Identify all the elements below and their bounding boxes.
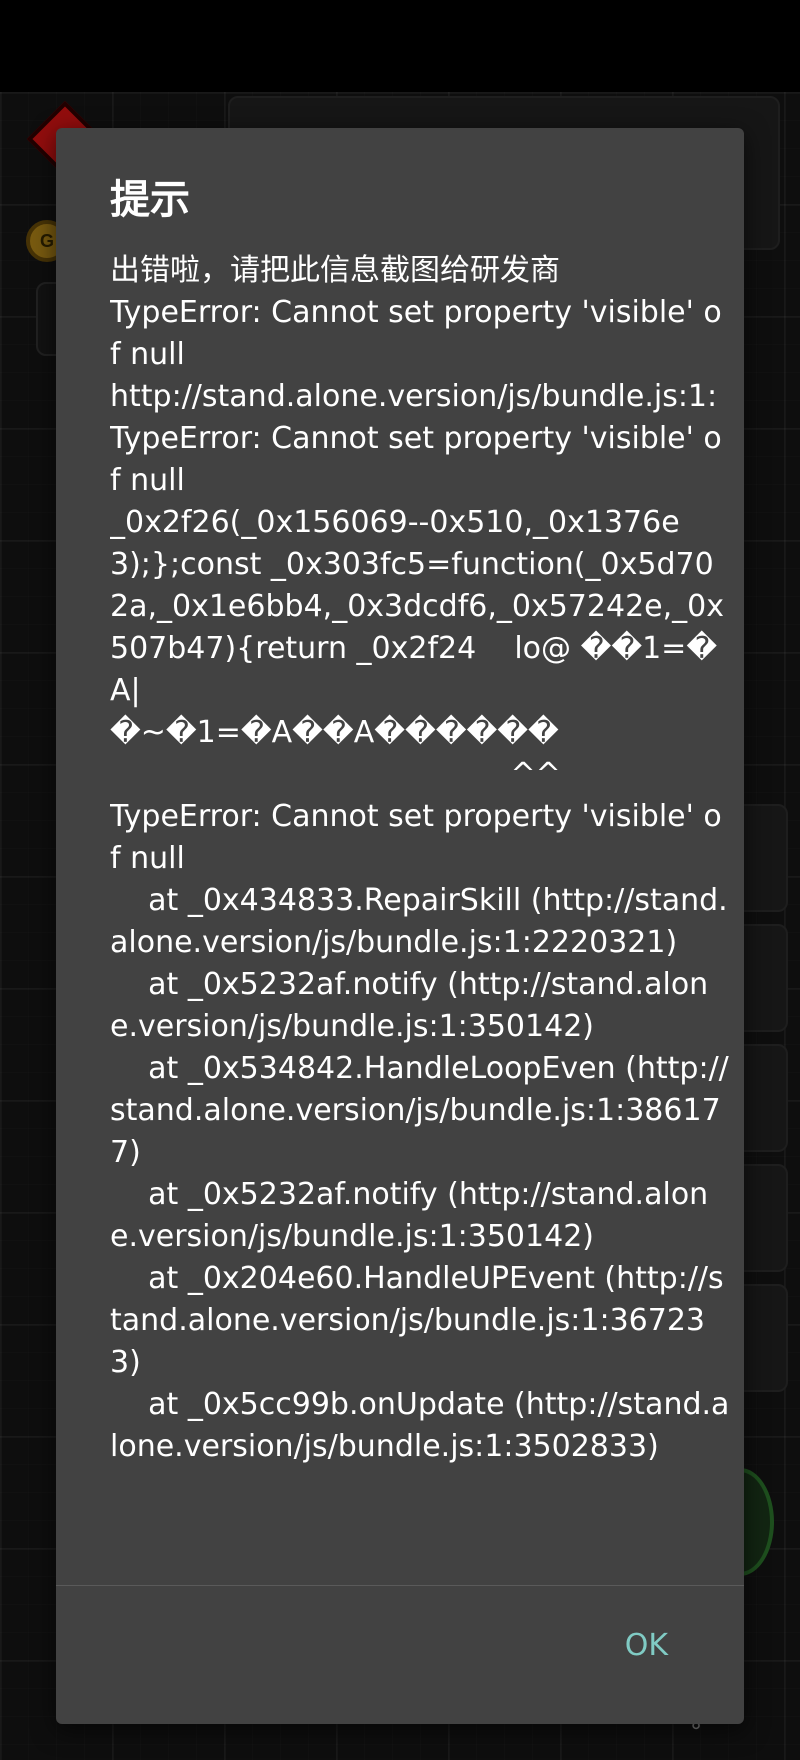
error-dialog: 提示 出错啦，请把此信息截图给研发商 TypeError: Cannot set… xyxy=(56,128,744,1724)
status-bar xyxy=(0,0,800,92)
error-message: 出错啦，请把此信息截图给研发商 TypeError: Cannot set pr… xyxy=(110,253,730,1464)
ok-button[interactable]: OK xyxy=(609,1616,684,1676)
dialog-footer: OK xyxy=(56,1586,744,1724)
dialog-title: 提示 xyxy=(110,177,190,223)
dialog-scroll-area[interactable]: 出错啦，请把此信息截图给研发商 TypeError: Cannot set pr… xyxy=(110,250,730,1712)
